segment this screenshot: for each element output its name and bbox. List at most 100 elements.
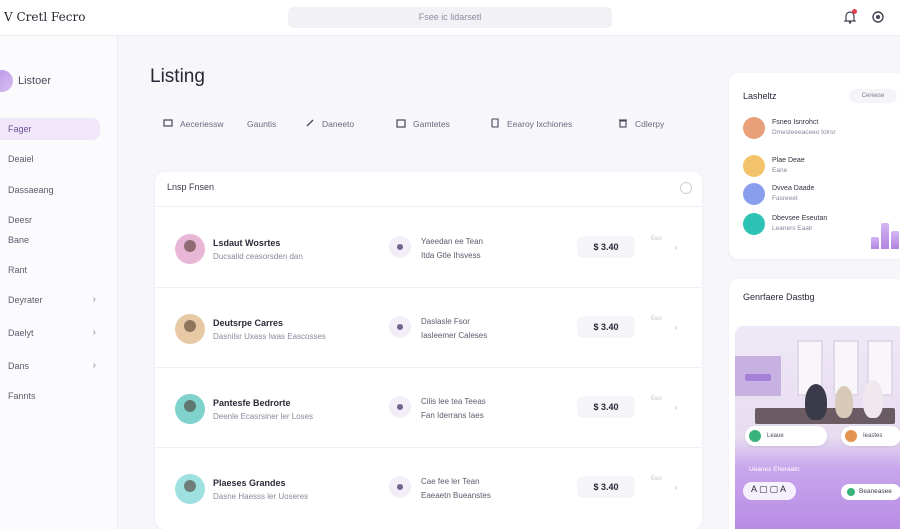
listing-card: Lnsp Fnsen Lsdaut Wosrtes Ducsalid ceaso… [155,172,702,529]
row-subtitle: Ducsalid ceasorsden dan [213,252,303,261]
row-name: Deutsrpe Carres [213,318,284,328]
shelf [735,356,781,396]
settings-icon[interactable] [870,9,886,25]
analytics-filter-dropdown[interactable]: Cereese [849,89,897,103]
chip-icon [749,430,761,442]
sidebar-item-label: Dans [8,361,30,371]
sidebar-logo-icon [0,70,13,92]
row-detail: Yaeedan ee Tean [421,237,483,246]
tab-label: Cdlerpy [635,119,665,129]
entry-title: Plae Deae [772,157,805,164]
page-title: Listing [150,66,205,87]
sidebar-item-0[interactable]: Fager [0,118,100,140]
sidebar-item-label: Fager [8,124,32,134]
analytics-title: Lasheltz [743,91,777,101]
analytics-entry[interactable]: Fsneo Isnrohct Dmesteeeaceeo Iolrsr [743,117,893,143]
gallery-footer-label: Ueanes Eheraatn [749,466,800,473]
sidebar-item-label: Bane [8,235,30,245]
tab-5[interactable]: Cdlerpy [618,112,664,136]
chip-right[interactable]: Ieastes [841,426,900,446]
sidebar-item-5[interactable]: Rant [0,259,100,281]
price-badge: $ 3.40 [577,476,635,498]
row-type-icon [389,316,411,338]
avatar [175,314,205,344]
table-row[interactable]: Pantesfe Bedrorte Deenle Ecasrsiner ler … [155,368,702,448]
price-badge: $ 3.40 [577,316,635,338]
gallery-title: Genrfaere Dastbg [743,292,815,302]
table-row[interactable]: Deutsrpe Carres Dasnilsr Uxass Iwas Easc… [155,288,702,368]
row-meta: Eeo [651,396,662,402]
app-brand[interactable]: V Cretl Fecro [4,10,85,24]
analytics-entry[interactable]: Plae Deae Eane [743,155,893,181]
sidebar-item-label: Rant [8,265,28,275]
chip-label: Leaue [767,433,784,439]
entry-icon [743,213,765,235]
tab-label: Aeceriessw [180,119,224,129]
sidebar-item-label: Deaiel [8,154,34,164]
analytics-card: Lasheltz Cereese Fsneo Isnrohct Dmesteee… [729,73,900,259]
entry-subtitle: Leaners Eaalr [772,225,813,232]
sidebar-item-3[interactable]: Deesr [0,209,100,231]
folder-icon [396,119,406,128]
tab-2[interactable]: Daneeto [305,112,354,136]
sidebar-item-7[interactable]: Daelyt › [0,322,100,344]
tab-0[interactable]: Aeceriessw [163,112,223,136]
chevron-right-icon[interactable]: › [675,403,678,412]
tab-3[interactable]: Gamtetes [396,112,450,136]
chevron-right-icon[interactable]: › [675,323,678,332]
sidebar-title: Listoer [18,75,52,87]
edit-icon [306,119,314,127]
chevron-right-icon[interactable]: › [675,483,678,492]
mini-bar [891,231,899,249]
divider [155,206,702,207]
entry-title: Dbevsee Eseutan [772,215,828,222]
sidebar-header: Listoer [0,66,118,96]
chevron-right-icon[interactable]: › [675,243,678,252]
tab-label: Gauntis [247,119,277,129]
table-row[interactable]: Plaeses Grandes Dasne Haesss ler Uoseres… [155,448,702,528]
row-detail: Fan Iderrans Iaes [421,411,484,420]
entry-icon [743,155,765,177]
shelf-label [745,374,771,381]
chevron-right-icon: › [92,294,96,305]
person [805,384,827,420]
tab-label: Eearoy Ixchiones [507,119,573,129]
gallery-action-button[interactable]: Beaneasee [841,484,900,500]
avatar [175,474,205,504]
chevron-right-icon: › [92,327,96,338]
person [835,386,853,418]
chip-left[interactable]: Leaue [745,426,827,446]
sidebar-item-1[interactable]: Deaiel [0,148,100,170]
notification-dot [852,9,857,14]
gallery-card: Genrfaere Dastbg Leaue Ieastes Ueanes Eh… [729,279,900,529]
sidebar-item-4[interactable]: Bane [0,229,100,251]
sidebar-item-label: Daelyt [8,328,34,338]
row-detail: Iasleemer Caleses [421,331,488,340]
sidebar-item-8[interactable]: Dans › [0,355,100,377]
sidebar-item-2[interactable]: Dassaeang [0,179,100,201]
tab-4[interactable]: Eearoy Ixchiones [490,112,572,136]
avatar [175,234,205,264]
price-badge: $ 3.40 [577,236,635,258]
row-meta: Eeo [651,316,662,322]
row-name: Lsdaut Wosrtes [213,238,281,248]
row-subtitle: Dasne Haesss ler Uoseres [213,492,309,501]
refresh-icon[interactable] [680,182,692,194]
entry-icon [743,183,765,205]
top-bar: V Cretl Fecro Fsee ic lidarsetl [0,0,900,36]
sidebar-item-9[interactable]: Fannts [0,385,100,407]
action-icons[interactable]: A▢▢A [743,482,797,500]
book-icon [491,118,499,128]
sidebar-item-6[interactable]: Deyrater › [0,289,100,311]
row-detail: Cae fee ler Tean [421,477,480,486]
chevron-right-icon: › [92,360,96,371]
notification-bell-icon[interactable] [842,9,858,25]
analytics-entry[interactable]: Dvvea Daade Fasreeet [743,183,893,209]
sidebar-item-label: Deyrater [8,295,43,305]
office-photo[interactable]: Leaue Ieastes Ueanes Eheraatn A▢▢A Beane… [735,326,900,529]
entry-subtitle: Eane [772,167,788,174]
tab-1[interactable]: Gauntis [247,112,276,136]
search-input[interactable]: Fsee ic lidarsetl [288,7,612,28]
price-badge: $ 3.40 [577,396,635,418]
table-row[interactable]: Lsdaut Wosrtes Ducsalid ceasorsden dan Y… [155,208,702,288]
